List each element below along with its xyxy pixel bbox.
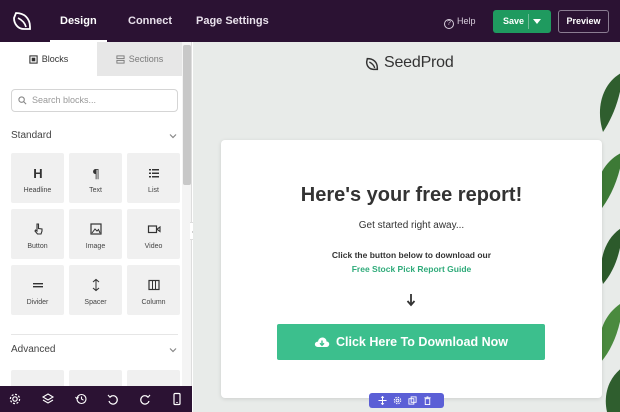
body-text: Click the button below to download our	[331, 250, 492, 260]
help-icon: ?	[444, 19, 454, 29]
block-label: Column	[141, 299, 166, 306]
section-advanced-label: Advanced	[11, 344, 56, 355]
list-icon	[127, 166, 180, 180]
redo-icon[interactable]	[138, 392, 152, 406]
chevron-down-icon[interactable]	[169, 132, 177, 140]
video-icon	[127, 222, 180, 236]
columns-icon	[127, 278, 180, 292]
trash-icon[interactable]	[423, 396, 432, 405]
block-headline[interactable]: H Headline	[11, 153, 64, 203]
block-text[interactable]: ¶ Text	[69, 153, 122, 203]
svg-text:H: H	[33, 166, 42, 180]
block-label: Divider	[26, 299, 49, 306]
help-link[interactable]: ? Help	[444, 0, 476, 42]
block-spacer[interactable]: Spacer	[69, 265, 122, 315]
undo-icon[interactable]	[106, 392, 120, 406]
top-bar: Design Connect Page Settings ? Help Save …	[0, 0, 620, 42]
tab-design[interactable]: Design	[50, 0, 107, 42]
block-list[interactable]: List	[127, 153, 180, 203]
tab-sections-label: Sections	[128, 54, 164, 64]
page-headline: Here's your free report!	[300, 184, 523, 206]
sections-icon	[116, 55, 125, 64]
block-label: Headline	[23, 187, 52, 194]
save-button[interactable]: Save	[493, 10, 551, 33]
brand-name: SeedProd	[384, 54, 454, 71]
search-input[interactable]: Search blocks...	[11, 89, 178, 112]
tab-blocks[interactable]: Blocks	[0, 42, 97, 76]
tab-connect[interactable]: Connect	[128, 0, 172, 42]
chevron-down-icon[interactable]	[533, 19, 541, 24]
section-divider	[11, 334, 178, 335]
search-placeholder: Search blocks...	[32, 95, 97, 105]
block-label: Button	[27, 243, 48, 250]
scrollbar-thumb[interactable]	[183, 45, 191, 185]
block-label: Video	[144, 243, 163, 250]
preview-button[interactable]: Preview	[558, 10, 609, 33]
guide-link-text: Free Stock Pick Report Guide	[351, 264, 472, 274]
layers-icon[interactable]	[41, 392, 55, 406]
block-image[interactable]: Image	[69, 209, 122, 259]
help-label: Help	[457, 16, 476, 26]
gear-icon[interactable]	[393, 396, 402, 405]
search-icon	[18, 96, 27, 105]
save-divider	[528, 14, 529, 29]
block-advanced-placeholder[interactable]	[69, 370, 122, 386]
block-label: Spacer	[84, 299, 107, 306]
tab-sections[interactable]: Sections	[97, 42, 182, 76]
block-column[interactable]: Column	[127, 265, 180, 315]
block-label: List	[148, 187, 159, 194]
pointer-icon	[11, 222, 64, 236]
save-label: Save	[503, 16, 525, 26]
block-advanced-placeholder[interactable]	[11, 370, 64, 386]
block-button[interactable]: Button	[11, 209, 64, 259]
blocks-sidebar: Blocks Sections Search blocks... Standar…	[0, 42, 192, 386]
block-divider[interactable]: Divider	[11, 265, 64, 315]
page-canvas: SeedProd Here's your free report! Get st…	[193, 42, 620, 412]
bottom-toolbar	[0, 386, 192, 412]
seedprod-logo-icon	[13, 12, 31, 30]
paragraph-icon: ¶	[69, 166, 122, 181]
settings-icon[interactable]	[8, 392, 22, 406]
image-icon	[69, 222, 122, 236]
sidebar-tabs: Blocks Sections	[0, 42, 182, 76]
history-icon[interactable]	[74, 392, 88, 406]
arrow-down-icon	[406, 294, 416, 307]
cta-label: Click Here To Download Now	[335, 335, 508, 349]
section-standard-label: Standard	[11, 130, 52, 141]
headline-icon: H	[11, 166, 64, 181]
chevron-down-icon[interactable]	[169, 346, 177, 354]
block-label: Image	[85, 243, 106, 250]
block-label: Text	[89, 187, 102, 194]
divider-icon	[11, 278, 64, 292]
tab-blocks-label: Blocks	[41, 54, 69, 64]
block-video[interactable]: Video	[127, 209, 180, 259]
svg-text:¶: ¶	[92, 167, 100, 180]
section-toolbar	[369, 393, 444, 408]
seedprod-leaf-icon	[365, 57, 379, 71]
move-icon[interactable]	[378, 396, 387, 405]
blocks-icon	[29, 55, 38, 64]
seedprod-builder: Design Connect Page Settings ? Help Save …	[0, 0, 620, 412]
duplicate-icon[interactable]	[408, 396, 417, 405]
mobile-icon[interactable]	[170, 392, 184, 406]
cloud-download-icon	[314, 337, 330, 347]
page-subheadline: Get started right away...	[358, 220, 465, 231]
spacer-icon	[69, 278, 122, 292]
content-card[interactable]: Here's your free report! Get started rig…	[221, 140, 602, 398]
block-advanced-placeholder[interactable]	[127, 370, 180, 386]
tab-page-settings[interactable]: Page Settings	[196, 0, 269, 42]
download-cta-button[interactable]: Click Here To Download Now	[277, 324, 545, 360]
